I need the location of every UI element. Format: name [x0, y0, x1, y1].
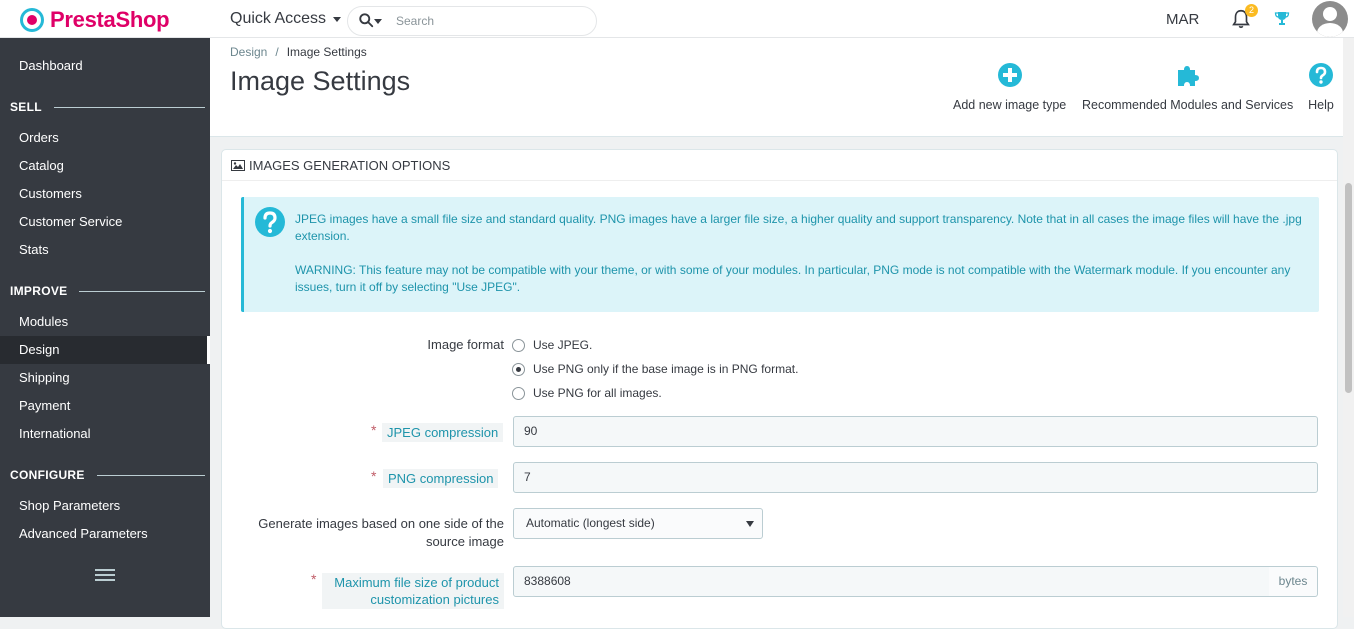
sidebar: Dashboard SELL Orders Catalog Customers …: [0, 38, 210, 617]
brand-name: PrestaShop: [50, 7, 170, 32]
generate-side-label-line1: Generate images based on one side of the: [258, 516, 504, 531]
puzzle-icon: [1177, 66, 1199, 86]
scrollbar-thumb[interactable]: [1345, 183, 1352, 393]
quick-access-label: Quick Access: [230, 10, 327, 27]
notification-badge: 2: [1245, 4, 1258, 17]
toolbar-label: Add new image type: [953, 98, 1067, 112]
chevron-down-icon: [333, 16, 342, 22]
info-alert: JPEG images have a small file size and s…: [241, 197, 1319, 312]
bytes-unit-addon: bytes: [1269, 566, 1318, 597]
alert-text-warning: WARNING: This feature may not be compati…: [295, 263, 1291, 294]
search-box[interactable]: [347, 6, 597, 36]
max-file-size-label-line1: Maximum file size of product: [334, 575, 499, 590]
jpeg-compression-label[interactable]: JPEG compression: [382, 423, 504, 442]
radio-button[interactable]: [512, 338, 525, 352]
image-icon: [231, 159, 245, 171]
alert-text-info: JPEG images have a small file size and s…: [295, 212, 1302, 243]
prestashop-logo[interactable]: PrestaShop: [20, 6, 170, 34]
radio-label: Use PNG for all images.: [533, 386, 662, 400]
top-bar: PrestaShop Quick Access MAR 2: [0, 0, 1354, 38]
jpeg-compression-input[interactable]: 90: [513, 416, 1318, 447]
divider: [53, 106, 205, 108]
max-file-size-label-line2: customization pictures: [370, 592, 499, 607]
sidebar-item-stats[interactable]: Stats: [0, 236, 210, 264]
toolbar-label: Recommended Modules and Services: [1082, 98, 1294, 112]
radio-use-png-all[interactable]: Use PNG for all images.: [512, 386, 662, 400]
sidebar-item-customer-service[interactable]: Customer Service: [0, 208, 210, 236]
scrollbar[interactable]: [1343, 38, 1354, 617]
prestashop-logo-icon: [20, 8, 44, 32]
image-format-label: Image format: [427, 337, 504, 352]
panel-heading: IMAGES GENERATION OPTIONS: [222, 150, 1337, 181]
sidebar-item-orders[interactable]: Orders: [0, 124, 210, 152]
sidebar-item-shipping[interactable]: Shipping: [0, 364, 210, 392]
shop-code-label[interactable]: MAR: [1166, 11, 1199, 28]
generate-side-label: Generate images based on one side of the…: [242, 515, 504, 551]
sidebar-item-catalog[interactable]: Catalog: [0, 152, 210, 180]
page-header: Design / Image Settings Image Settings Add…: [210, 38, 1354, 137]
divider: [79, 290, 205, 292]
generate-side-select[interactable]: Automatic (longest side): [513, 508, 763, 539]
sidebar-item-advanced-parameters[interactable]: Advanced Parameters: [0, 520, 210, 548]
sidebar-item-payment[interactable]: Payment: [0, 392, 210, 420]
select-value: Automatic (longest side): [526, 516, 655, 530]
sidebar-section-label: CONFIGURE: [10, 468, 85, 482]
plus-circle-icon: [997, 63, 1022, 87]
help-icon: [1309, 63, 1333, 87]
sidebar-section-configure: CONFIGURE: [10, 468, 205, 482]
required-asterisk: *: [371, 468, 377, 484]
sidebar-section-improve: IMPROVE: [10, 284, 205, 298]
breadcrumb-link-design[interactable]: Design: [230, 45, 267, 59]
search-input[interactable]: [396, 14, 566, 28]
sidebar-item-international[interactable]: International: [0, 420, 210, 448]
radio-button[interactable]: [512, 386, 525, 400]
divider: [96, 474, 205, 476]
quick-access-dropdown[interactable]: Quick Access: [230, 10, 342, 28]
page-title: Image Settings: [230, 66, 411, 96]
trophy-icon[interactable]: [1274, 10, 1290, 26]
chevron-down-icon: [746, 521, 754, 527]
required-asterisk: *: [371, 422, 377, 438]
sidebar-item-design[interactable]: Design: [0, 336, 210, 364]
sidebar-section-sell: SELL: [10, 100, 205, 114]
radio-button-selected[interactable]: [512, 362, 525, 376]
sidebar-item-customers[interactable]: Customers: [0, 180, 210, 208]
png-compression-input[interactable]: 7: [513, 462, 1318, 493]
radio-label: Use PNG only if the base image is in PNG…: [533, 362, 799, 376]
sidebar-item-dashboard[interactable]: Dashboard: [0, 52, 210, 80]
max-file-size-label[interactable]: Maximum file size of product customizati…: [322, 573, 504, 609]
sidebar-item-modules[interactable]: Modules: [0, 308, 210, 336]
sidebar-section-label: IMPROVE: [10, 284, 68, 298]
generate-side-label-line2: source image: [425, 534, 504, 549]
menu-collapse-icon[interactable]: [95, 569, 115, 583]
sidebar-item-shop-parameters[interactable]: Shop Parameters: [0, 492, 210, 520]
radio-use-png-if-base[interactable]: Use PNG only if the base image is in PNG…: [512, 362, 798, 376]
sidebar-section-label: SELL: [10, 100, 42, 114]
breadcrumb-current: Image Settings: [286, 45, 367, 59]
png-compression-label[interactable]: PNG compression: [383, 469, 499, 488]
add-new-image-type-button[interactable]: Add new image type: [953, 62, 1066, 112]
avatar[interactable]: [1312, 1, 1348, 37]
toolbar-label: Help: [1308, 98, 1334, 112]
required-asterisk: *: [311, 571, 317, 587]
radio-use-jpeg[interactable]: Use JPEG.: [512, 338, 592, 352]
help-button[interactable]: Help: [1308, 62, 1334, 112]
panel-title: IMAGES GENERATION OPTIONS: [249, 157, 451, 173]
radio-label: Use JPEG.: [533, 338, 593, 352]
breadcrumb-separator: /: [275, 45, 279, 59]
recommended-modules-button[interactable]: Recommended Modules and Services: [1082, 62, 1293, 112]
max-file-size-input[interactable]: 8388608: [513, 566, 1270, 597]
breadcrumb: Design / Image Settings: [230, 45, 367, 59]
images-generation-options-panel: IMAGES GENERATION OPTIONS JPEG images ha…: [221, 149, 1338, 629]
search-options-chevron-icon[interactable]: [374, 18, 382, 24]
help-icon: [255, 207, 285, 237]
